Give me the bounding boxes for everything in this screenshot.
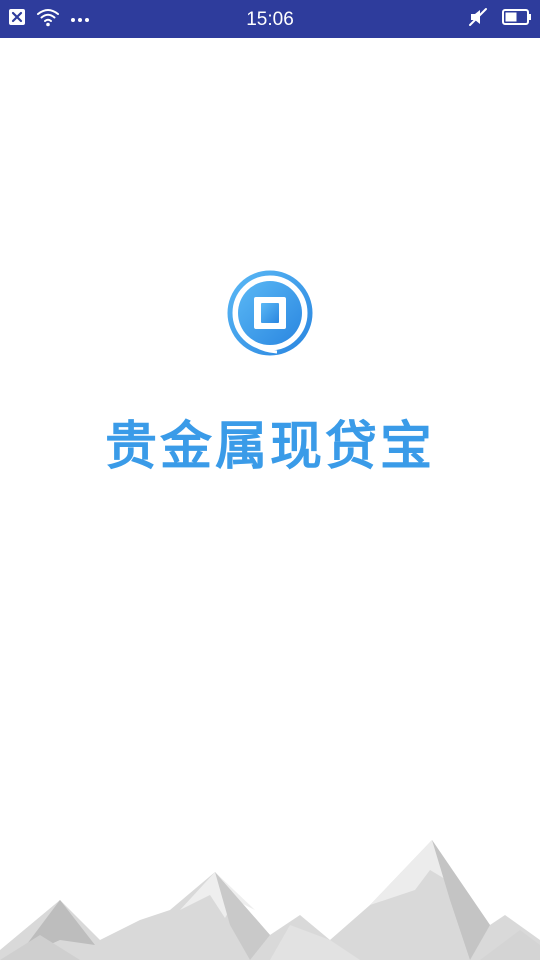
status-right-icons (468, 7, 532, 32)
app-logo-icon (225, 268, 315, 363)
mountains-graphic (0, 830, 540, 960)
splash-screen: 15:06 贵金属现贷宝 (0, 0, 540, 960)
status-time: 15:06 (246, 9, 294, 30)
mute-icon (468, 7, 488, 32)
status-bar: 15:06 (0, 0, 540, 38)
battery-icon (502, 8, 532, 31)
brand-name: 贵金属现贷宝 (104, 417, 435, 477)
logo-container (0, 268, 540, 363)
